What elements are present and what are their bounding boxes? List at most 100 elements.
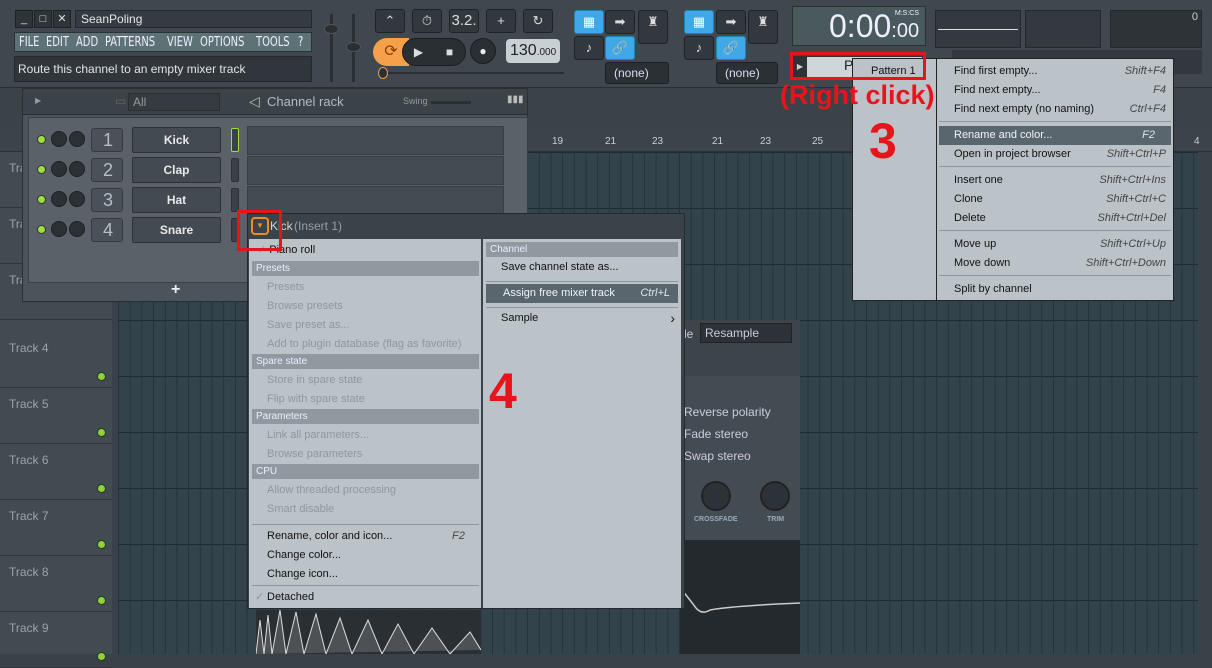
- volume-knob[interactable]: [69, 161, 85, 177]
- link-button-2[interactable]: 🔗: [716, 36, 746, 60]
- menu-item-allow-threaded-processing[interactable]: Allow threaded processing: [267, 481, 396, 500]
- link-button[interactable]: 🔗: [605, 36, 635, 60]
- menu-item-browse-parameters[interactable]: Browse parameters: [267, 445, 362, 464]
- track-header[interactable]: Track 7: [0, 500, 112, 556]
- mixer-track-number[interactable]: 3: [91, 188, 123, 212]
- none-selector-1[interactable]: (none): [605, 62, 669, 84]
- menu-arrow-icon[interactable]: ▶: [35, 96, 41, 105]
- track-mute-led[interactable]: [97, 540, 106, 549]
- swap-stereo-option[interactable]: Swap stereo: [684, 449, 751, 463]
- pan-knob[interactable]: [51, 191, 67, 207]
- menu-item-rename-and-color-[interactable]: Rename and color... F2: [939, 126, 1171, 145]
- time-display[interactable]: 0:00:00 M:S:CS: [792, 6, 926, 46]
- loop-record-button[interactable]: ↻: [523, 9, 553, 33]
- graph-editor-icon[interactable]: ▮▮▮: [507, 94, 524, 105]
- channel-mute-led[interactable]: [37, 225, 46, 234]
- channel-button-clap[interactable]: Clap: [132, 157, 221, 183]
- channel-button-snare[interactable]: Snare: [132, 217, 221, 243]
- knob-tool-button-2[interactable]: ♜: [748, 10, 778, 44]
- none-selector-2[interactable]: (none): [716, 62, 778, 84]
- piano-roll-button[interactable]: ▦: [574, 10, 604, 34]
- menu-tools[interactable]: TOOLS: [256, 35, 290, 50]
- channel-mute-led[interactable]: [37, 135, 46, 144]
- menu-item-change-color[interactable]: Change color...: [267, 546, 341, 565]
- pan-knob[interactable]: [51, 221, 67, 237]
- menu-item-clone[interactable]: Clone Shift+Ctrl+C: [954, 190, 1168, 209]
- playlist-tool-button-2[interactable]: ♪: [684, 36, 714, 60]
- track-mute-led[interactable]: [97, 484, 106, 493]
- song-position-slider[interactable]: [378, 67, 564, 79]
- menu-item-move-down[interactable]: Move down Shift+Ctrl+Down: [954, 254, 1168, 273]
- menu-item-detached[interactable]: Detached: [267, 588, 314, 607]
- menu-view[interactable]: VIEW: [167, 35, 193, 50]
- menu-item-delete[interactable]: Delete Shift+Ctrl+Del: [954, 209, 1168, 228]
- menu-item-find-first-empty-[interactable]: Find first empty... Shift+F4: [954, 62, 1168, 81]
- menu-file[interactable]: FILE: [19, 35, 39, 50]
- menu-add[interactable]: ADD: [76, 35, 98, 50]
- master-pitch-slider[interactable]: [346, 14, 361, 82]
- fade-stereo-option[interactable]: Fade stereo: [684, 427, 748, 441]
- channel-mute-led[interactable]: [37, 165, 46, 174]
- menu-item-flip-with-spare-state[interactable]: Flip with spare state: [267, 390, 365, 409]
- menu-item-insert-one[interactable]: Insert one Shift+Ctrl+Ins: [954, 171, 1168, 190]
- menu-item-add-to-plugin-database-flag-as-favorite-[interactable]: Add to plugin database (flag as favorite…: [267, 335, 461, 354]
- volume-knob[interactable]: [69, 221, 85, 237]
- channel-select-indicator[interactable]: [231, 158, 239, 182]
- pan-knob[interactable]: [51, 161, 67, 177]
- menu-item-presets[interactable]: Presets: [267, 278, 304, 297]
- track-mute-led[interactable]: [97, 372, 106, 381]
- menu-item-move-up[interactable]: Move up Shift+Ctrl+Up: [954, 235, 1168, 254]
- channel-button-hat[interactable]: Hat: [132, 187, 221, 213]
- mixer-track-number[interactable]: 4: [91, 218, 123, 242]
- channel-select-indicator[interactable]: [231, 188, 239, 212]
- mixer-track-number[interactable]: 1: [91, 128, 123, 152]
- minimize-button[interactable]: _: [15, 10, 33, 28]
- menu-item-find-next-empty-[interactable]: Find next empty... F4: [954, 81, 1168, 100]
- menu-item-link-all-parameters-[interactable]: Link all parameters...: [267, 426, 369, 445]
- channel-select-indicator[interactable]: [231, 128, 239, 152]
- step-sequencer-row[interactable]: [247, 126, 504, 155]
- menu-patterns[interactable]: PATTERNS: [105, 35, 155, 50]
- menu-item-store-in-spare-state[interactable]: Store in spare state: [267, 371, 362, 390]
- knob-tool-button[interactable]: ♜: [638, 10, 668, 44]
- metronome-button[interactable]: ⌃: [375, 9, 405, 33]
- menu-item-smart-disable[interactable]: Smart disable: [267, 500, 334, 519]
- add-channel-button[interactable]: +: [171, 281, 180, 299]
- menu-item-assign-free-mixer-track[interactable]: Assign free mixer track Ctrl+L: [486, 284, 678, 303]
- arrow-button[interactable]: ➡: [605, 10, 635, 34]
- track-mute-led[interactable]: [97, 428, 106, 437]
- playlist-tool-button[interactable]: ♪: [574, 36, 604, 60]
- track-header[interactable]: Track 4: [0, 332, 112, 388]
- menu-item-find-next-empty-no-naming-[interactable]: Find next empty (no naming) Ctrl+F4: [954, 100, 1168, 119]
- project-title[interactable]: SeanPoling: [75, 10, 312, 28]
- pan-knob[interactable]: [51, 131, 67, 147]
- menu-options[interactable]: OPTIONS: [200, 35, 244, 50]
- wait-input-button[interactable]: ⏱: [412, 9, 442, 33]
- track-mute-led[interactable]: [97, 596, 106, 605]
- stop-button[interactable]: ■: [434, 39, 465, 65]
- mixer-track-number[interactable]: 2: [91, 158, 123, 182]
- track-header[interactable]: Track 8: [0, 556, 112, 612]
- tempo-field[interactable]: 130.000: [506, 39, 560, 63]
- piano-roll-button-2[interactable]: ▦: [684, 10, 714, 34]
- maximize-button[interactable]: □: [34, 10, 52, 28]
- menu-item-browse-presets[interactable]: Browse presets: [267, 297, 343, 316]
- menu-item-rename-color-icon[interactable]: Rename, color and icon...: [267, 527, 392, 546]
- menu-item-open-in-project-browser[interactable]: Open in project browser Shift+Ctrl+P: [954, 145, 1168, 164]
- countdown-button[interactable]: 3.2.: [449, 9, 479, 33]
- swing-slider[interactable]: [431, 101, 471, 104]
- trim-knob[interactable]: [760, 481, 790, 511]
- menu-item-change-icon[interactable]: Change icon...: [267, 565, 338, 584]
- play-button[interactable]: ▶: [403, 39, 434, 65]
- volume-knob[interactable]: [69, 131, 85, 147]
- track-header[interactable]: Track 5: [0, 388, 112, 444]
- step-sequencer-row[interactable]: [247, 186, 504, 215]
- reverse-polarity-option[interactable]: Reverse polarity: [684, 405, 771, 419]
- resample-dropdown[interactable]: Resample: [700, 323, 792, 343]
- track-header[interactable]: Track 9: [0, 612, 112, 668]
- menu-item-split-by-channel[interactable]: Split by channel: [954, 280, 1168, 299]
- channel-button-kick[interactable]: Kick: [132, 127, 221, 153]
- arrow-button-2[interactable]: ➡: [716, 10, 746, 34]
- crossfade-knob[interactable]: [701, 481, 731, 511]
- track-header[interactable]: Track 6: [0, 444, 112, 500]
